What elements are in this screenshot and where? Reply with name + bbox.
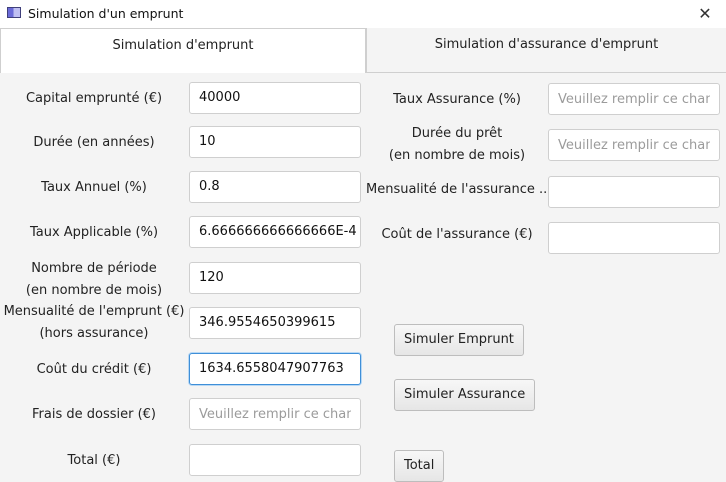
capital-field[interactable]: 40000 (189, 82, 361, 114)
cout-assurance-field[interactable] (548, 222, 720, 254)
frais-dossier-label: Frais de dossier (€) (32, 407, 156, 422)
taux-applicable-label: Taux Applicable (%) (29, 225, 159, 240)
close-icon[interactable]: ✕ (694, 3, 716, 25)
taux-assurance-label: Taux Assurance (%) (393, 92, 521, 107)
frais-dossier-input[interactable] (189, 398, 361, 430)
tab-simulation-emprunt[interactable]: Simulation d'emprunt (0, 28, 366, 73)
window-titlebar: Simulation d'un emprunt ✕ (0, 0, 726, 29)
mensualite-label-2: (hors assurance) (39, 326, 149, 341)
cout-assurance-label: Coût de l'assurance (€) (381, 227, 533, 242)
app-window-icon (7, 7, 21, 18)
total-label: Total (€) (67, 453, 121, 468)
simuler-assurance-button[interactable]: Simuler Assurance (394, 379, 536, 411)
total-field[interactable] (189, 444, 361, 476)
mensualite-assurance-label: Mensualité de l'assurance ... (366, 182, 546, 197)
taux-annuel-field[interactable]: 0.8 (189, 171, 361, 203)
window-title: Simulation d'un emprunt (28, 6, 184, 21)
duree-label: Durée (en années) (33, 135, 155, 150)
taux-applicable-field[interactable]: 6.666666666666666E-4 (189, 216, 361, 248)
cout-credit-label: Coût du crédit (€) (36, 362, 152, 377)
duree-pret-input[interactable] (548, 129, 720, 161)
mensualite-assurance-field[interactable] (548, 176, 720, 208)
duree-pret-label-1: Durée du prêt (411, 126, 503, 141)
nombre-periode-field[interactable]: 120 (189, 262, 361, 294)
duree-field[interactable]: 10 (189, 126, 361, 158)
taux-annuel-label: Taux Annuel (%) (41, 180, 147, 195)
mensualite-field[interactable]: 346.9554650399615 (189, 307, 361, 339)
capital-label: Capital emprunté (€) (25, 91, 163, 106)
duree-pret-label-2: (en nombre de mois) (388, 148, 526, 163)
tab-simulation-assurance[interactable]: Simulation d'assurance d'emprunt (366, 28, 726, 73)
nombre-periode-label-2: (en nombre de mois) (25, 283, 163, 298)
mensualite-label-1: Mensualité de l'emprunt (€) (3, 304, 185, 319)
taux-assurance-input[interactable] (548, 83, 720, 115)
total-button[interactable]: Total (394, 450, 445, 482)
nombre-periode-label-1: Nombre de période (31, 261, 157, 276)
cout-credit-field[interactable]: 1634.6558047907763 (189, 353, 361, 385)
simuler-emprunt-button[interactable]: Simuler Emprunt (394, 324, 524, 356)
